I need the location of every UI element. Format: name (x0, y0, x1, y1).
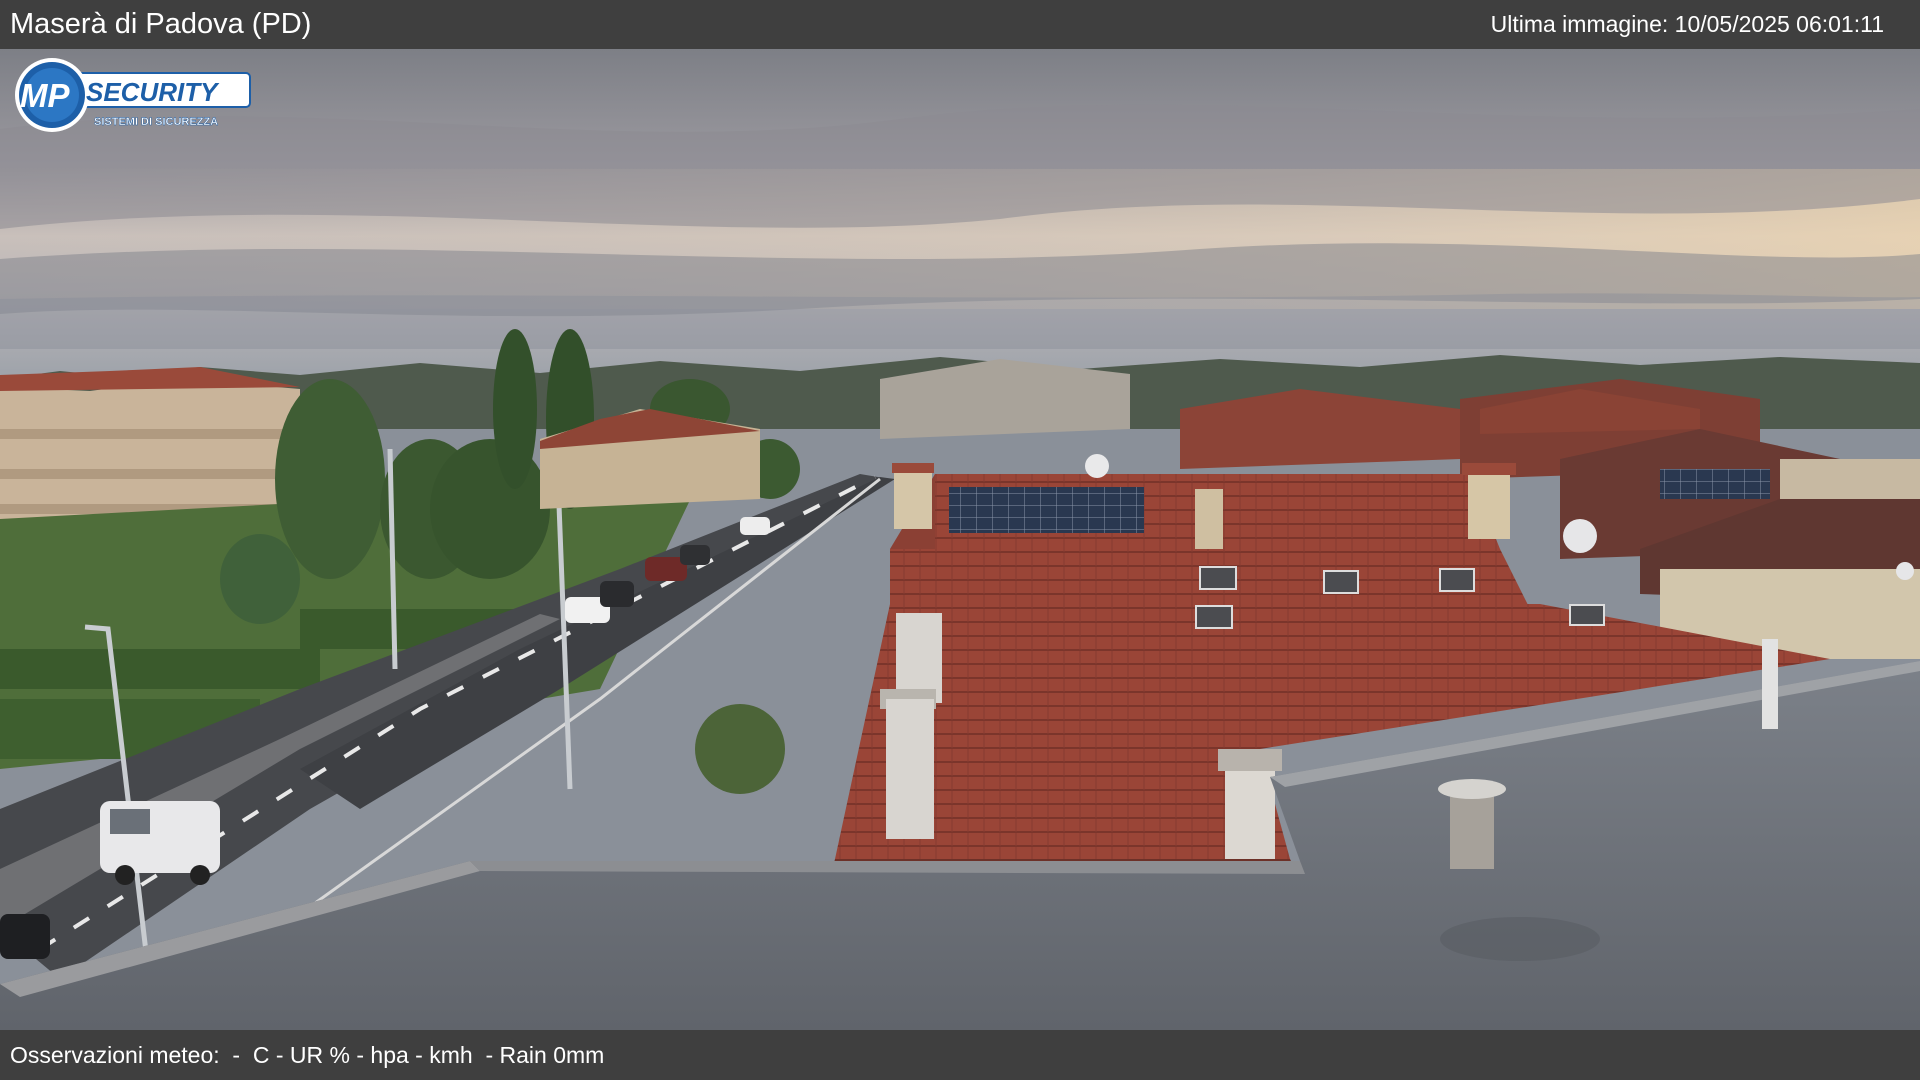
webcam-frame: Maserà di Padova (PD) Ultima immagine: 1… (0, 0, 1920, 1080)
weather-observations-bar: Osservazioni meteo: - C - UR % - hpa - k… (0, 1030, 1920, 1080)
logo-security: SECURITY (86, 77, 220, 107)
logo-mp: MP (20, 77, 70, 114)
camera-location-title: Maserà di Padova (PD) (10, 8, 312, 40)
apartment-building-left (0, 367, 300, 519)
logo-tagline: SISTEMI DI SICUREZZA (94, 116, 218, 128)
weather-observations-text: Osservazioni meteo: - C - UR % - hpa - k… (10, 1041, 605, 1068)
webcam-image (0, 49, 1920, 1030)
header-bar: Maserà di Padova (PD) Ultima immagine: 1… (0, 0, 1920, 49)
solar-panel (949, 487, 1144, 533)
last-image-timestamp: Ultima immagine: 10/05/2025 06:01:11 (1490, 11, 1884, 37)
mp-security-logo: MP SECURITY SISTEMI DI SICUREZZA (14, 55, 254, 135)
